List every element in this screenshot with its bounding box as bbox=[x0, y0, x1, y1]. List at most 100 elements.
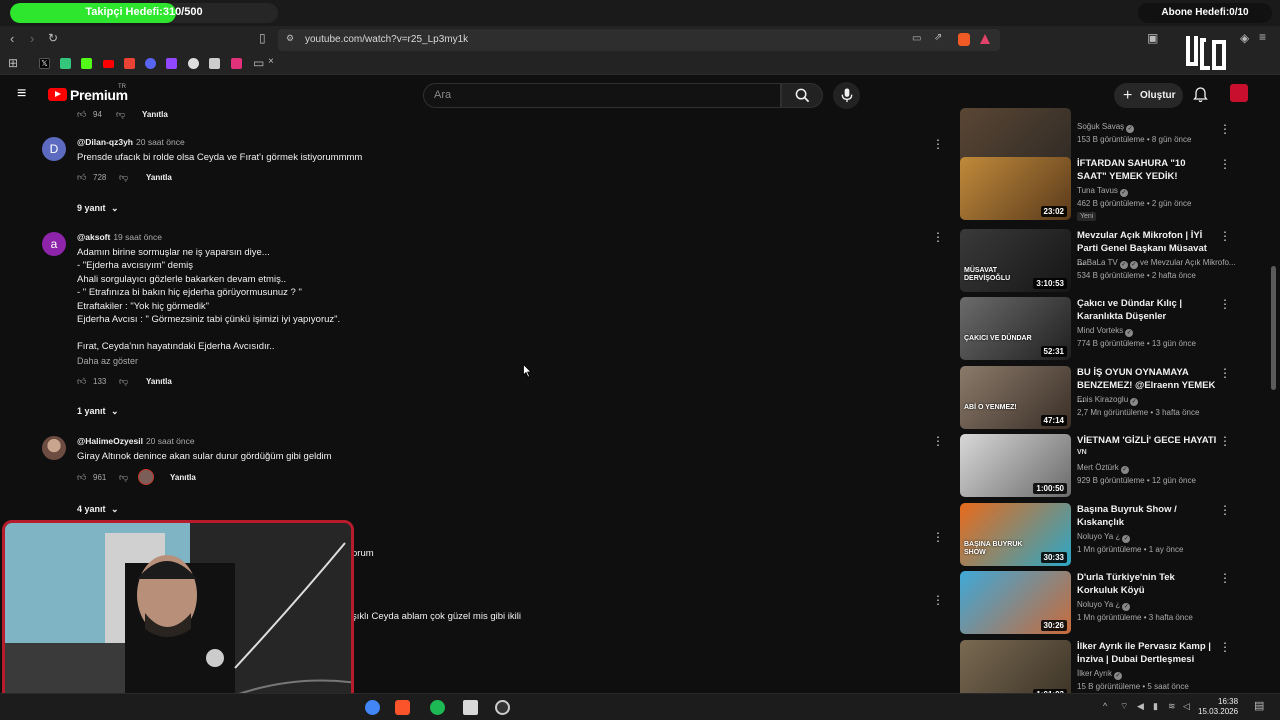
folder-close-label[interactable]: × bbox=[268, 57, 274, 67]
reload-icon[interactable]: ↻ bbox=[48, 32, 58, 44]
page-scrollbar[interactable] bbox=[1271, 266, 1276, 390]
comment-time[interactable]: 20 saat önce bbox=[146, 436, 195, 446]
reply-button[interactable]: Yanıtla bbox=[142, 110, 168, 119]
sidebar-video-item[interactable]: 30:26 D'urla Türkiye'nin Tek Korkuluk Köy… bbox=[960, 571, 1232, 635]
like-icon[interactable]: 👍︎ bbox=[77, 172, 86, 183]
like-icon[interactable]: 👍︎ bbox=[77, 109, 86, 120]
menu-icon[interactable]: ≡ bbox=[1259, 31, 1266, 43]
like-icon[interactable]: 👍︎ bbox=[77, 376, 86, 387]
video-options-icon[interactable]: ⋮ bbox=[1219, 571, 1231, 585]
video-title[interactable]: Çakıcı ve Dündar Kılıç | Karanlıkta Düşe… bbox=[1077, 297, 1217, 324]
reply-button[interactable]: Yanıtla bbox=[146, 173, 172, 182]
video-thumbnail[interactable]: ÇAKICI VE DÜNDAR 52:31 bbox=[960, 297, 1071, 360]
create-button[interactable]: + Oluştur bbox=[1114, 83, 1183, 108]
dislike-icon[interactable]: 👎︎ bbox=[116, 109, 125, 120]
bookmark-page-icon[interactable]: ▯ bbox=[259, 32, 266, 44]
video-title[interactable]: İlker Ayrık ile Pervasız Kamp | İnziva |… bbox=[1077, 640, 1217, 667]
comment-options-icon[interactable]: ⋮ bbox=[932, 230, 944, 244]
dislike-icon[interactable]: 👎︎ bbox=[119, 472, 128, 483]
chrome-app-icon[interactable] bbox=[365, 700, 380, 715]
gmail-icon[interactable] bbox=[124, 58, 135, 69]
channel-name[interactable]: BaBaLa TV bbox=[1077, 258, 1118, 267]
video-channel[interactable]: Mind Vorteks ✓ bbox=[1077, 326, 1134, 337]
show-less-link[interactable]: Daha az göster bbox=[77, 356, 138, 366]
comment-time[interactable]: 20 saat önce bbox=[136, 137, 185, 147]
comment-options-icon[interactable]: ⋮ bbox=[932, 137, 944, 151]
video-channel[interactable]: Tuna Tavus ✓ bbox=[1077, 186, 1128, 197]
video-channel[interactable]: Noluyo Ya ¿ ✓ bbox=[1077, 532, 1131, 543]
reply-button[interactable]: Yanıtla bbox=[170, 473, 196, 482]
channel-name[interactable]: Noluyo Ya ¿ bbox=[1077, 532, 1120, 541]
comment-options-icon[interactable]: ⋮ bbox=[932, 434, 944, 448]
search-box[interactable] bbox=[423, 83, 781, 108]
comment-author[interactable]: @aksoft 19 saat önce bbox=[77, 232, 162, 242]
twitch-icon[interactable] bbox=[166, 58, 177, 69]
channel-name[interactable]: Mind Vorteks bbox=[1077, 326, 1123, 335]
video-title[interactable]: Başına Buyruk Show / Kıskançlık bbox=[1077, 503, 1217, 530]
video-channel[interactable]: Noluyo Ya ¿ ✓ bbox=[1077, 600, 1131, 611]
x-icon[interactable]: 𝕏 bbox=[39, 58, 50, 69]
avatar[interactable]: D bbox=[42, 137, 66, 161]
video-options-icon[interactable]: ⋮ bbox=[1219, 157, 1231, 171]
brave-shield-icon[interactable] bbox=[958, 33, 970, 46]
sidebar-toggle-icon[interactable]: ▣ bbox=[1147, 32, 1158, 44]
notification-center-icon[interactable]: ▤ bbox=[1254, 701, 1264, 712]
brave-rewards-icon[interactable] bbox=[980, 34, 990, 44]
share-icon[interactable]: ⇗ bbox=[934, 33, 942, 43]
forward-icon[interactable]: › bbox=[30, 32, 34, 45]
channel-name[interactable]: Noluyo Ya ¿ bbox=[1077, 600, 1120, 609]
notifications-bell-icon[interactable] bbox=[1193, 87, 1208, 103]
address-bar[interactable]: ⚙ youtube.com/watch?v=r25_Lp3my1k ▭ ⇗ bbox=[278, 29, 1000, 51]
network-icon[interactable]: ⌔ bbox=[1120, 702, 1128, 711]
replies-toggle[interactable]: 1 yanıt ⌄ bbox=[77, 406, 119, 417]
apps-grid-icon[interactable]: ⊞ bbox=[8, 57, 18, 69]
youtube-logo-icon[interactable] bbox=[48, 88, 67, 101]
green-app-icon[interactable] bbox=[60, 58, 71, 69]
video-title[interactable]: VİETNAM 'GİZLİ' GECE HAYATI bbox=[1077, 434, 1217, 447]
author-name[interactable]: @Dilan-qz3yh bbox=[77, 137, 133, 147]
author-name[interactable]: @aksoft bbox=[77, 232, 110, 242]
dislike-icon[interactable]: 👎︎ bbox=[119, 172, 128, 183]
author-name[interactable]: @HalimeOzyesil bbox=[77, 436, 143, 446]
sidebar-video-item[interactable]: ÇAKICI VE DÜNDAR 52:31 Çakıcı ve Dündar Kı… bbox=[960, 297, 1232, 361]
video-options-icon[interactable]: ⋮ bbox=[1219, 122, 1231, 136]
search-input[interactable] bbox=[434, 89, 764, 101]
video-options-icon[interactable]: ⋮ bbox=[1219, 640, 1231, 654]
sidebar-video-item[interactable]: 23:02 İFTARDAN SAHURA "10 SAAT" YEMEK YED… bbox=[960, 157, 1232, 221]
volume-icon[interactable]: ◁ bbox=[1183, 702, 1190, 711]
file-app-icon[interactable] bbox=[463, 700, 478, 715]
avatar[interactable]: a bbox=[42, 232, 66, 256]
channel-name[interactable]: Enis Kirazoglu bbox=[1077, 395, 1128, 404]
back-icon[interactable]: ‹ bbox=[10, 32, 14, 45]
video-thumbnail[interactable]: 1:00:50 bbox=[960, 434, 1071, 497]
tray-chevron-icon[interactable]: ^ bbox=[1103, 702, 1107, 711]
pink-app-icon[interactable] bbox=[231, 58, 242, 69]
sidebar-video-item[interactable]: 1:00:50 VİETNAM 'GİZLİ' GECE HAYATI VN Mert… bbox=[960, 434, 1232, 498]
discord-icon[interactable] bbox=[145, 58, 156, 69]
channel-name[interactable]: İlker Ayrık bbox=[1077, 669, 1112, 678]
speaker-icon[interactable]: ◀ bbox=[1137, 702, 1144, 711]
hamburger-menu-icon[interactable]: ≡ bbox=[17, 86, 26, 102]
search-button[interactable] bbox=[781, 83, 823, 108]
kick-icon[interactable] bbox=[81, 58, 92, 69]
sidebar-video-item[interactable]: MÜSAVAT DERVİŞOĞLU 3:10:53 Mevzular Açık M… bbox=[960, 229, 1236, 293]
channel-name[interactable]: Soğuk Savaş bbox=[1077, 122, 1124, 131]
video-thumbnail[interactable]: 30:26 bbox=[960, 571, 1071, 634]
video-options-icon[interactable]: ⋮ bbox=[1219, 434, 1231, 448]
sidebar-video-item[interactable]: ABİ O YENMEZ! 47:14 BU İŞ OYUN OYNAMAYA BE… bbox=[960, 366, 1232, 430]
account-avatar[interactable] bbox=[1230, 84, 1248, 102]
comment-author[interactable]: @HalimeOzyesil 20 saat önce bbox=[77, 436, 195, 446]
video-options-icon[interactable]: ⋮ bbox=[1219, 297, 1231, 311]
youtube-icon[interactable] bbox=[103, 60, 114, 68]
video-channel[interactable]: BaBaLa TV ✓ ✓ ve Mevzular Açık Mikrofo... bbox=[1077, 258, 1236, 269]
dislike-icon[interactable]: 👎︎ bbox=[119, 376, 128, 387]
video-thumbnail[interactable]: ABİ O YENMEZ! 47:14 bbox=[960, 366, 1071, 429]
video-title[interactable]: D'urla Türkiye'nin Tek Korkuluk Köyü bbox=[1077, 571, 1217, 598]
obs-app-icon[interactable] bbox=[495, 700, 510, 715]
reply-button[interactable]: Yanıtla bbox=[146, 377, 172, 386]
video-options-icon[interactable]: ⋮ bbox=[1219, 503, 1231, 517]
comment-options-icon[interactable]: ⋮ bbox=[932, 593, 944, 607]
replies-toggle[interactable]: 4 yanıt ⌄ bbox=[77, 504, 119, 515]
comment-options-icon[interactable]: ⋮ bbox=[932, 530, 944, 544]
video-title[interactable]: İFTARDAN SAHURA "10 SAAT" YEMEK YEDİK! bbox=[1077, 157, 1217, 184]
